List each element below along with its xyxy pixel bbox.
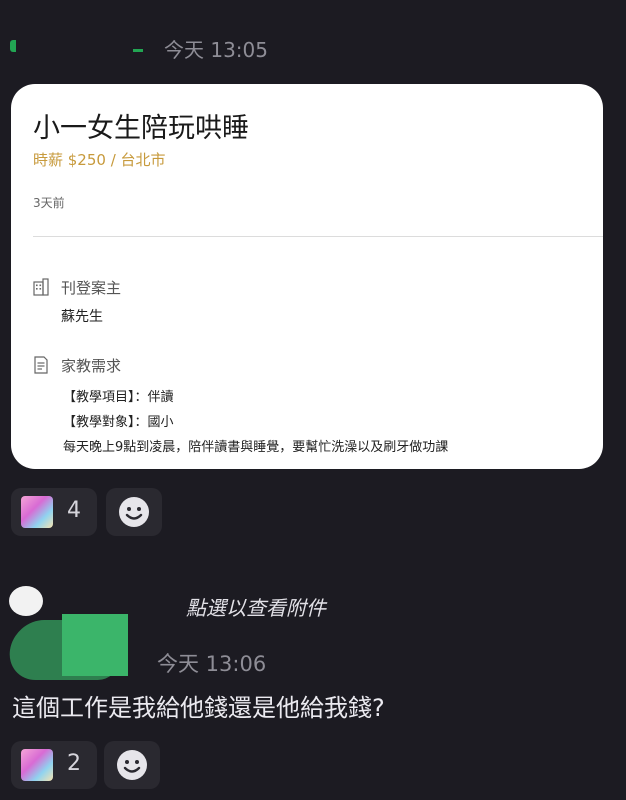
document-icon	[34, 356, 48, 374]
job-posted-ago: 3天前	[33, 196, 65, 210]
owner-label: 刊登案主	[61, 279, 122, 297]
redacted-name-block	[62, 614, 128, 676]
smile-icon	[117, 750, 147, 780]
smile-icon	[119, 497, 149, 527]
reaction-sticker-icon	[21, 749, 53, 781]
requirements-label: 家教需求	[61, 357, 122, 375]
building-icon	[33, 278, 49, 296]
message-timestamp: 今天 13:05	[164, 38, 268, 62]
add-reaction-button[interactable]	[106, 488, 162, 536]
sender-avatar-fragment[interactable]	[10, 40, 16, 52]
reaction-count: 2	[67, 751, 81, 776]
owner-name: 蘇先生	[61, 309, 103, 325]
job-title: 小一女生陪玩哄睡	[33, 113, 249, 144]
card-divider	[33, 236, 603, 237]
requirement-line: 【教學項目】：伴讀	[63, 390, 174, 405]
requirement-line: 每天晚上9點到凌晨，陪伴讀書與睡覺，要幫忙洗澡以及刷牙做功課	[63, 440, 449, 455]
sender-avatar[interactable]	[9, 586, 43, 616]
requirement-line: 【教學對象】：國小	[63, 415, 174, 430]
message-timestamp: 今天 13:06	[157, 652, 267, 676]
attachment-link[interactable]: 點選以查看附件	[186, 592, 326, 621]
job-salary: 時薪 $250 / 台北市	[33, 151, 166, 169]
job-card[interactable]: 小一女生陪玩哄睡 時薪 $250 / 台北市 3天前 刊登案主 蘇先生 家教需求…	[11, 84, 603, 469]
message-text: 這個工作是我給他錢還是他給我錢?	[12, 694, 385, 722]
reaction-count: 4	[67, 498, 81, 523]
sender-name-fragment[interactable]	[133, 49, 143, 52]
reaction-chip[interactable]: 4	[11, 488, 97, 536]
reaction-chip[interactable]: 2	[11, 741, 97, 789]
add-reaction-button[interactable]	[104, 741, 160, 789]
reaction-sticker-icon	[21, 496, 53, 528]
